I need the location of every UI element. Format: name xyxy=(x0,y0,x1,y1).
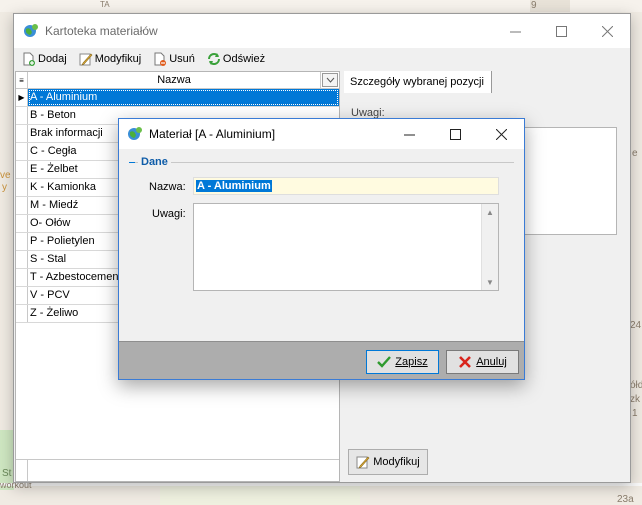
map-label: 9 xyxy=(531,0,537,11)
save-button[interactable]: Zapisz xyxy=(366,350,439,374)
map-green-area xyxy=(160,486,360,505)
pencil-icon xyxy=(356,456,370,469)
grid-header: ≡ Nazwa xyxy=(16,72,339,89)
close-icon xyxy=(495,128,507,140)
material-dialog: Materiał [A - Aluminium] Dane Nazwa: A -… xyxy=(118,118,525,380)
row-indicator xyxy=(16,161,28,178)
group-title-dane: Dane xyxy=(138,156,171,168)
delete-document-icon xyxy=(154,52,167,66)
row-indicator xyxy=(16,287,28,304)
minimize-icon xyxy=(403,134,415,135)
modify-button[interactable]: Modyfikuj xyxy=(77,49,143,69)
uwagi-textarea[interactable]: ▲ ▼ xyxy=(193,203,499,291)
map-road xyxy=(0,483,642,486)
map-label: 24 xyxy=(630,320,642,331)
map-label: zk xyxy=(630,394,640,405)
grid-footer-indicator xyxy=(16,460,28,481)
map-label: 1 xyxy=(632,408,638,419)
app-globe-icon xyxy=(24,24,38,37)
maximize-button[interactable] xyxy=(538,14,584,48)
close-button[interactable] xyxy=(584,14,630,48)
maximize-icon xyxy=(555,25,567,37)
details-modify-button[interactable]: Modyfikuj xyxy=(348,449,428,475)
row-indicator xyxy=(16,143,28,160)
cancel-button[interactable]: Anuluj xyxy=(446,350,519,374)
row-indicator xyxy=(16,125,28,142)
details-modify-label: Modyfikuj xyxy=(373,456,420,468)
map-label: ółd xyxy=(630,380,642,391)
map-label: y xyxy=(2,182,7,193)
map-label: TA xyxy=(100,0,110,9)
nazwa-input[interactable]: A - Aluminium xyxy=(193,177,499,195)
cancel-button-label: Anuluj xyxy=(476,356,507,368)
uwagi-label: Uwagi: xyxy=(152,208,186,220)
dialog-title: Materiał [A - Aluminium] xyxy=(149,127,276,141)
window-titlebar[interactable]: Kartoteka materiałów xyxy=(14,14,630,48)
map-label: ve xyxy=(0,170,11,181)
row-indicator xyxy=(16,305,28,322)
row-indicator xyxy=(16,215,28,232)
new-document-icon xyxy=(23,52,35,66)
dialog-titlebar[interactable]: Materiał [A - Aluminium] xyxy=(119,119,524,149)
grid-footer xyxy=(16,459,339,481)
row-cell-nazwa: A - Aluminium xyxy=(28,89,339,106)
scroll-down-icon[interactable]: ▼ xyxy=(482,274,498,290)
add-button[interactable]: Dodaj xyxy=(20,49,69,69)
column-dropdown-button[interactable] xyxy=(322,73,338,87)
current-row-indicator-icon: ▶ xyxy=(16,89,28,106)
window-title: Kartoteka materiałów xyxy=(45,24,158,38)
uwagi-scrollbar[interactable]: ▲ ▼ xyxy=(481,204,498,290)
app-globe-icon xyxy=(128,127,142,140)
column-header-nazwa[interactable]: Nazwa xyxy=(28,72,321,88)
row-indicator xyxy=(16,179,28,196)
dialog-close-button[interactable] xyxy=(478,119,524,149)
tab-details[interactable]: Szczegóły wybranej pozycji xyxy=(344,71,492,93)
dialog-maximize-button[interactable] xyxy=(432,119,478,149)
scroll-up-icon[interactable]: ▲ xyxy=(482,204,498,220)
map-label: 23a xyxy=(617,494,634,505)
maximize-icon xyxy=(449,128,461,140)
toolbar: Dodaj Modyfikuj Usuń Odśwież xyxy=(14,48,630,70)
save-button-label: Zapisz xyxy=(395,356,428,368)
group-divider xyxy=(129,162,514,163)
add-button-label: Dodaj xyxy=(38,53,67,65)
chevron-down-icon xyxy=(326,77,334,83)
refresh-button[interactable]: Odśwież xyxy=(205,49,267,69)
row-indicator xyxy=(16,251,28,268)
group-divider-accent xyxy=(129,162,135,163)
row-indicator xyxy=(16,197,28,214)
refresh-icon xyxy=(207,53,220,65)
row-indicator xyxy=(16,107,28,124)
table-row[interactable]: ▶ A - Aluminium xyxy=(16,89,339,107)
minimize-button[interactable] xyxy=(492,14,538,48)
nazwa-input-value: A - Aluminium xyxy=(196,180,272,192)
nazwa-label: Nazwa: xyxy=(149,181,186,193)
close-icon xyxy=(601,25,613,37)
delete-button-label: Usuń xyxy=(169,53,195,65)
delete-button[interactable]: Usuń xyxy=(151,49,197,69)
row-indicator xyxy=(16,269,28,286)
dialog-footer: Zapisz Anuluj xyxy=(119,341,524,379)
map-label: St xyxy=(2,468,12,479)
checkmark-icon xyxy=(377,356,392,368)
grid-menu-icon[interactable]: ≡ xyxy=(16,72,28,88)
map-label: e xyxy=(632,148,638,159)
row-indicator xyxy=(16,233,28,250)
pencil-icon xyxy=(79,53,93,66)
dialog-minimize-button[interactable] xyxy=(386,119,432,149)
modify-button-label: Modyfikuj xyxy=(94,53,142,65)
minimize-icon xyxy=(509,31,521,32)
refresh-button-label: Odśwież xyxy=(222,53,266,65)
cancel-x-icon xyxy=(459,356,472,368)
